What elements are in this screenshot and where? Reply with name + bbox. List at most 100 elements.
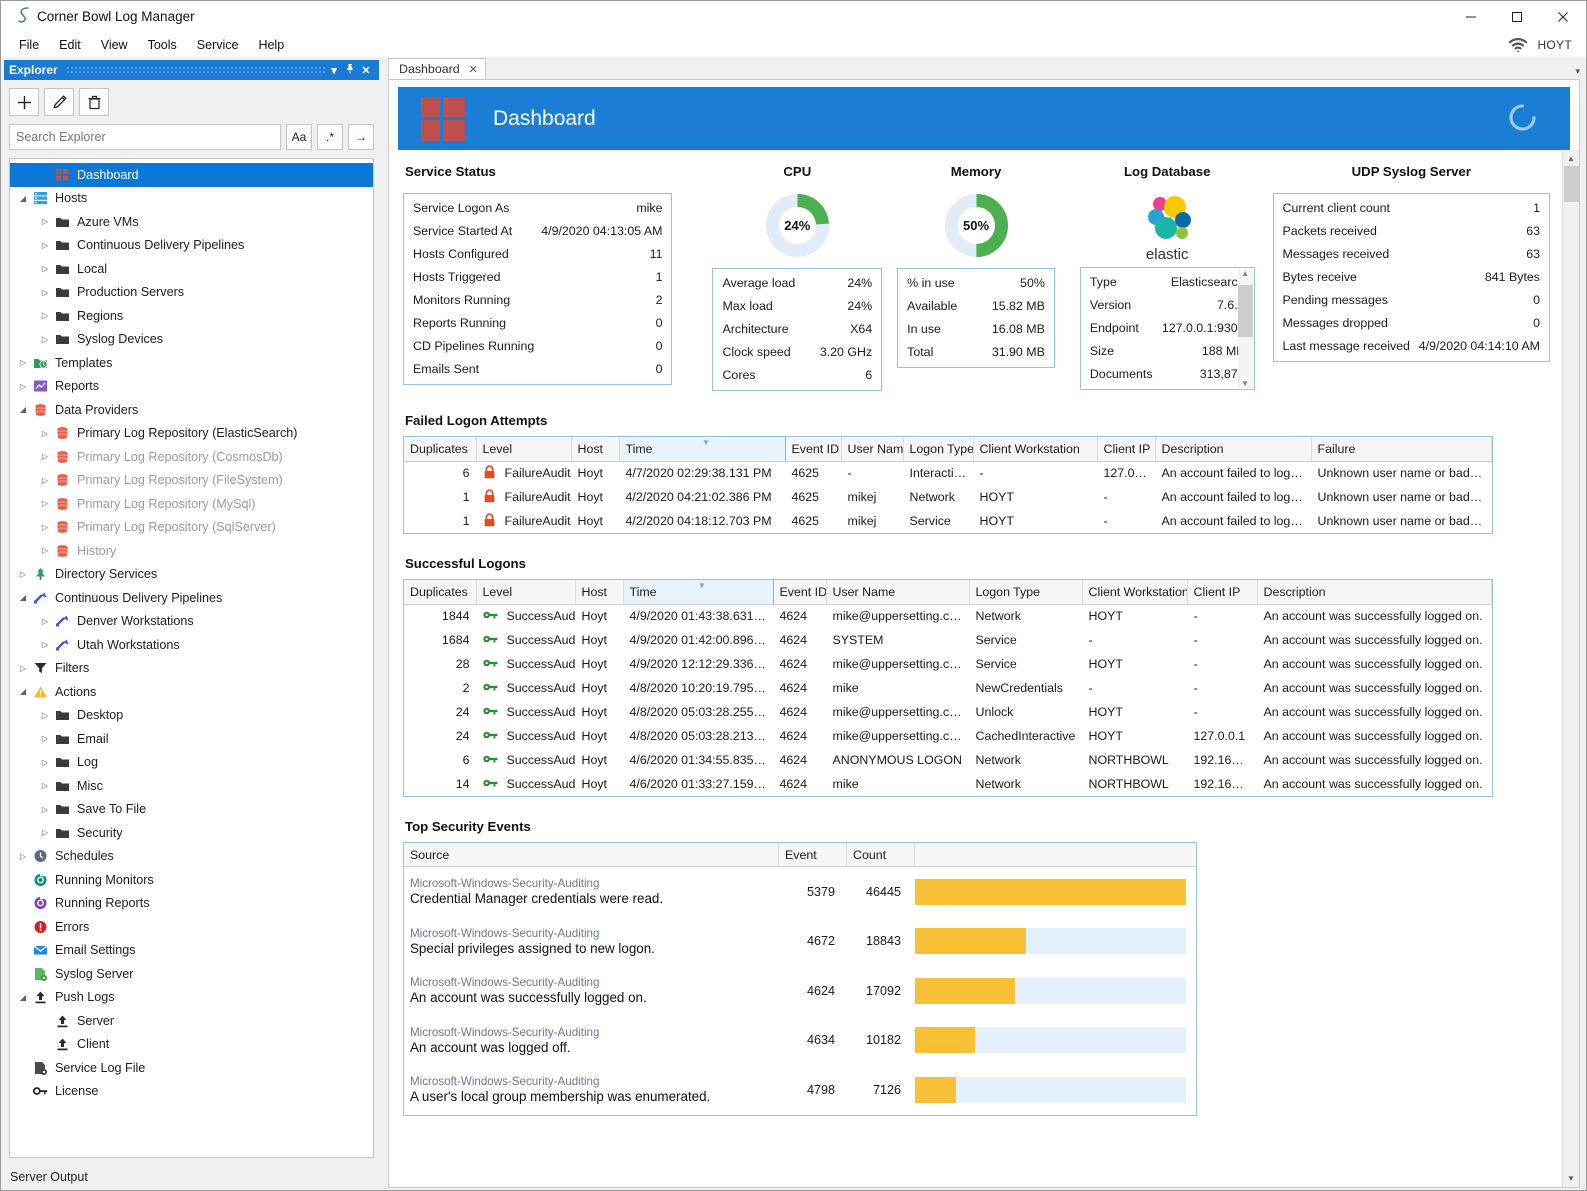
col-header-description[interactable]: Description bbox=[1155, 437, 1311, 461]
tree-item-misc[interactable]: ▷Misc bbox=[10, 774, 373, 798]
expander-icon[interactable]: ▷ bbox=[16, 570, 30, 579]
tree-item-continuous-delivery-pipelines[interactable]: ▷Continuous Delivery Pipelines bbox=[10, 234, 373, 258]
expander-icon[interactable]: ▷ bbox=[38, 217, 52, 226]
col-header-time[interactable]: ▼Time bbox=[623, 580, 773, 604]
tabstrip-scroll-icon[interactable]: ▾ bbox=[1575, 66, 1580, 77]
expander-icon[interactable]: ▷ bbox=[38, 758, 52, 767]
scroll-down-icon[interactable]: ▼ bbox=[1564, 1171, 1579, 1186]
col-header-event-id[interactable]: Event ID bbox=[773, 580, 826, 604]
table-row[interactable]: Microsoft-Windows-Security-AuditingAn ac… bbox=[404, 1016, 1196, 1066]
expander-icon[interactable]: ◢ bbox=[16, 687, 30, 696]
tab-close-icon[interactable]: ✕ bbox=[469, 63, 478, 76]
menu-help[interactable]: Help bbox=[248, 36, 294, 54]
tree-item-syslog-devices[interactable]: ▷Syslog Devices bbox=[10, 328, 373, 352]
tree-item-continuous-delivery-pipelines[interactable]: ◢Continuous Delivery Pipelines bbox=[10, 586, 373, 610]
tree-item-primary-log-repository-cosmosdb[interactable]: ▷Primary Log Repository (CosmosDb) bbox=[10, 445, 373, 469]
log-database-scrollbar[interactable]: ▲ ▼ bbox=[1238, 269, 1253, 388]
maximize-button[interactable] bbox=[1494, 1, 1540, 32]
expander-icon[interactable]: ▷ bbox=[38, 640, 52, 649]
expander-icon[interactable]: ▷ bbox=[38, 781, 52, 790]
expander-icon[interactable]: ▷ bbox=[16, 358, 30, 367]
tree-item-templates[interactable]: ▷Templates bbox=[10, 351, 373, 375]
col-header-bar[interactable] bbox=[915, 843, 1196, 867]
expander-icon[interactable]: ▷ bbox=[38, 264, 52, 273]
col-header-host[interactable]: Host bbox=[571, 437, 619, 461]
close-button[interactable] bbox=[1540, 1, 1586, 32]
top-security-events-header-row[interactable]: Source Event Count bbox=[404, 843, 1196, 867]
col-header-host[interactable]: Host bbox=[575, 580, 623, 604]
col-header-client-ip[interactable]: Client IP bbox=[1097, 437, 1155, 461]
explorer-menu-icon[interactable]: ▾ bbox=[326, 64, 342, 77]
tree-item-dashboard[interactable]: Dashboard bbox=[10, 163, 373, 187]
col-header-event[interactable]: Event bbox=[779, 843, 847, 867]
tree-item-server[interactable]: Server bbox=[10, 1009, 373, 1033]
tree-item-primary-log-repository-mysql[interactable]: ▷Primary Log Repository (MySql) bbox=[10, 492, 373, 516]
failed-logons-grid[interactable]: DuplicatesLevelHost▼TimeEvent IDUser Nam… bbox=[403, 436, 1493, 534]
tree-item-save-to-file[interactable]: ▷Save To File bbox=[10, 798, 373, 822]
tree-item-email-settings[interactable]: Email Settings bbox=[10, 939, 373, 963]
expander-icon[interactable]: ▷ bbox=[16, 664, 30, 673]
tree-item-push-logs[interactable]: ◢Push Logs bbox=[10, 986, 373, 1010]
menu-service[interactable]: Service bbox=[187, 36, 249, 54]
col-header-duplicates[interactable]: Duplicates bbox=[404, 437, 476, 461]
expander-icon[interactable]: ▷ bbox=[38, 734, 52, 743]
expander-icon[interactable]: ▷ bbox=[38, 429, 52, 438]
expander-icon[interactable]: ◢ bbox=[16, 993, 30, 1002]
menu-edit[interactable]: Edit bbox=[49, 36, 91, 54]
tree-item-email[interactable]: ▷Email bbox=[10, 727, 373, 751]
tree-item-utah-workstations[interactable]: ▷Utah Workstations bbox=[10, 633, 373, 657]
minimize-button[interactable] bbox=[1448, 1, 1494, 32]
expander-icon[interactable]: ◢ bbox=[16, 405, 30, 414]
col-header-count[interactable]: Count bbox=[847, 843, 915, 867]
expander-icon[interactable]: ▷ bbox=[38, 523, 52, 532]
close-icon[interactable]: ✕ bbox=[358, 64, 374, 77]
tree-item-azure-vms[interactable]: ▷Azure VMs bbox=[10, 210, 373, 234]
col-header-level[interactable]: Level bbox=[476, 580, 575, 604]
col-header-level[interactable]: Level bbox=[476, 437, 571, 461]
scroll-down-icon[interactable]: ▼ bbox=[1241, 379, 1249, 388]
col-header-event-id[interactable]: Event ID bbox=[785, 437, 841, 461]
expander-icon[interactable]: ▷ bbox=[16, 852, 30, 861]
delete-button[interactable] bbox=[79, 88, 109, 116]
tree-item-primary-log-repository-elasticsearch[interactable]: ▷Primary Log Repository (ElasticSearch) bbox=[10, 422, 373, 446]
tree-item-syslog-server[interactable]: Syslog Server bbox=[10, 962, 373, 986]
table-row[interactable]: Microsoft-Windows-Security-AuditingA use… bbox=[404, 1065, 1196, 1115]
table-row[interactable]: 28SuccessAuditHoyt4/9/2020 12:12:29.336 … bbox=[404, 652, 1492, 676]
add-button[interactable] bbox=[9, 88, 39, 116]
top-security-events-body[interactable]: Microsoft-Windows-Security-AuditingCrede… bbox=[404, 867, 1196, 1115]
search-input[interactable] bbox=[9, 124, 281, 150]
table-row[interactable]: 6SuccessAuditHoyt4/6/2020 01:34:55.835 A… bbox=[404, 748, 1492, 772]
go-button[interactable]: → bbox=[348, 124, 374, 150]
tree-item-license[interactable]: License bbox=[10, 1080, 373, 1104]
table-row[interactable]: Microsoft-Windows-Security-AuditingAn ac… bbox=[404, 966, 1196, 1016]
tree-item-actions[interactable]: ◢Actions bbox=[10, 680, 373, 704]
col-header-duplicates[interactable]: Duplicates bbox=[404, 580, 476, 604]
col-header-time[interactable]: ▼Time bbox=[619, 437, 785, 461]
col-header-source[interactable]: Source bbox=[404, 843, 779, 867]
scroll-thumb[interactable] bbox=[1564, 166, 1579, 202]
table-row[interactable]: 1844SuccessAuditHoyt4/9/2020 01:43:38.63… bbox=[404, 604, 1492, 628]
expander-icon[interactable]: ▷ bbox=[38, 452, 52, 461]
table-row[interactable]: 1684SuccessAuditHoyt4/9/2020 01:42:00.89… bbox=[404, 628, 1492, 652]
col-header-description[interactable]: Description bbox=[1257, 580, 1492, 604]
expander-icon[interactable]: ▷ bbox=[38, 546, 52, 555]
top-security-events-grid[interactable]: Source Event Count Microsoft-Windows-Sec… bbox=[403, 842, 1197, 1116]
tree-item-log[interactable]: ▷Log bbox=[10, 751, 373, 775]
table-row[interactable]: 6FailureAuditHoyt4/7/2020 02:29:38.131 P… bbox=[404, 461, 1492, 485]
menu-tools[interactable]: Tools bbox=[138, 36, 187, 54]
failed-logons-header-row[interactable]: DuplicatesLevelHost▼TimeEvent IDUser Nam… bbox=[404, 437, 1492, 461]
col-header-user-name[interactable]: User Name bbox=[841, 437, 903, 461]
expander-icon[interactable]: ▷ bbox=[38, 828, 52, 837]
failed-logons-body[interactable]: 6FailureAuditHoyt4/7/2020 02:29:38.131 P… bbox=[404, 461, 1492, 533]
tree-item-desktop[interactable]: ▷Desktop bbox=[10, 704, 373, 728]
expander-icon[interactable]: ▷ bbox=[38, 711, 52, 720]
tree-item-running-reports[interactable]: Running Reports bbox=[10, 892, 373, 916]
tree-item-local[interactable]: ▷Local bbox=[10, 257, 373, 281]
col-header-logon-type[interactable]: Logon Type bbox=[903, 437, 973, 461]
tree-item-production-servers[interactable]: ▷Production Servers bbox=[10, 281, 373, 305]
col-header-client-workstation[interactable]: Client Workstation bbox=[973, 437, 1097, 461]
dashboard-vertical-scrollbar[interactable]: ▲ ▼ bbox=[1562, 150, 1579, 1187]
expander-icon[interactable]: ▷ bbox=[38, 241, 52, 250]
tree-item-hosts[interactable]: ◢Hosts bbox=[10, 187, 373, 211]
pin-icon[interactable] bbox=[342, 63, 358, 77]
